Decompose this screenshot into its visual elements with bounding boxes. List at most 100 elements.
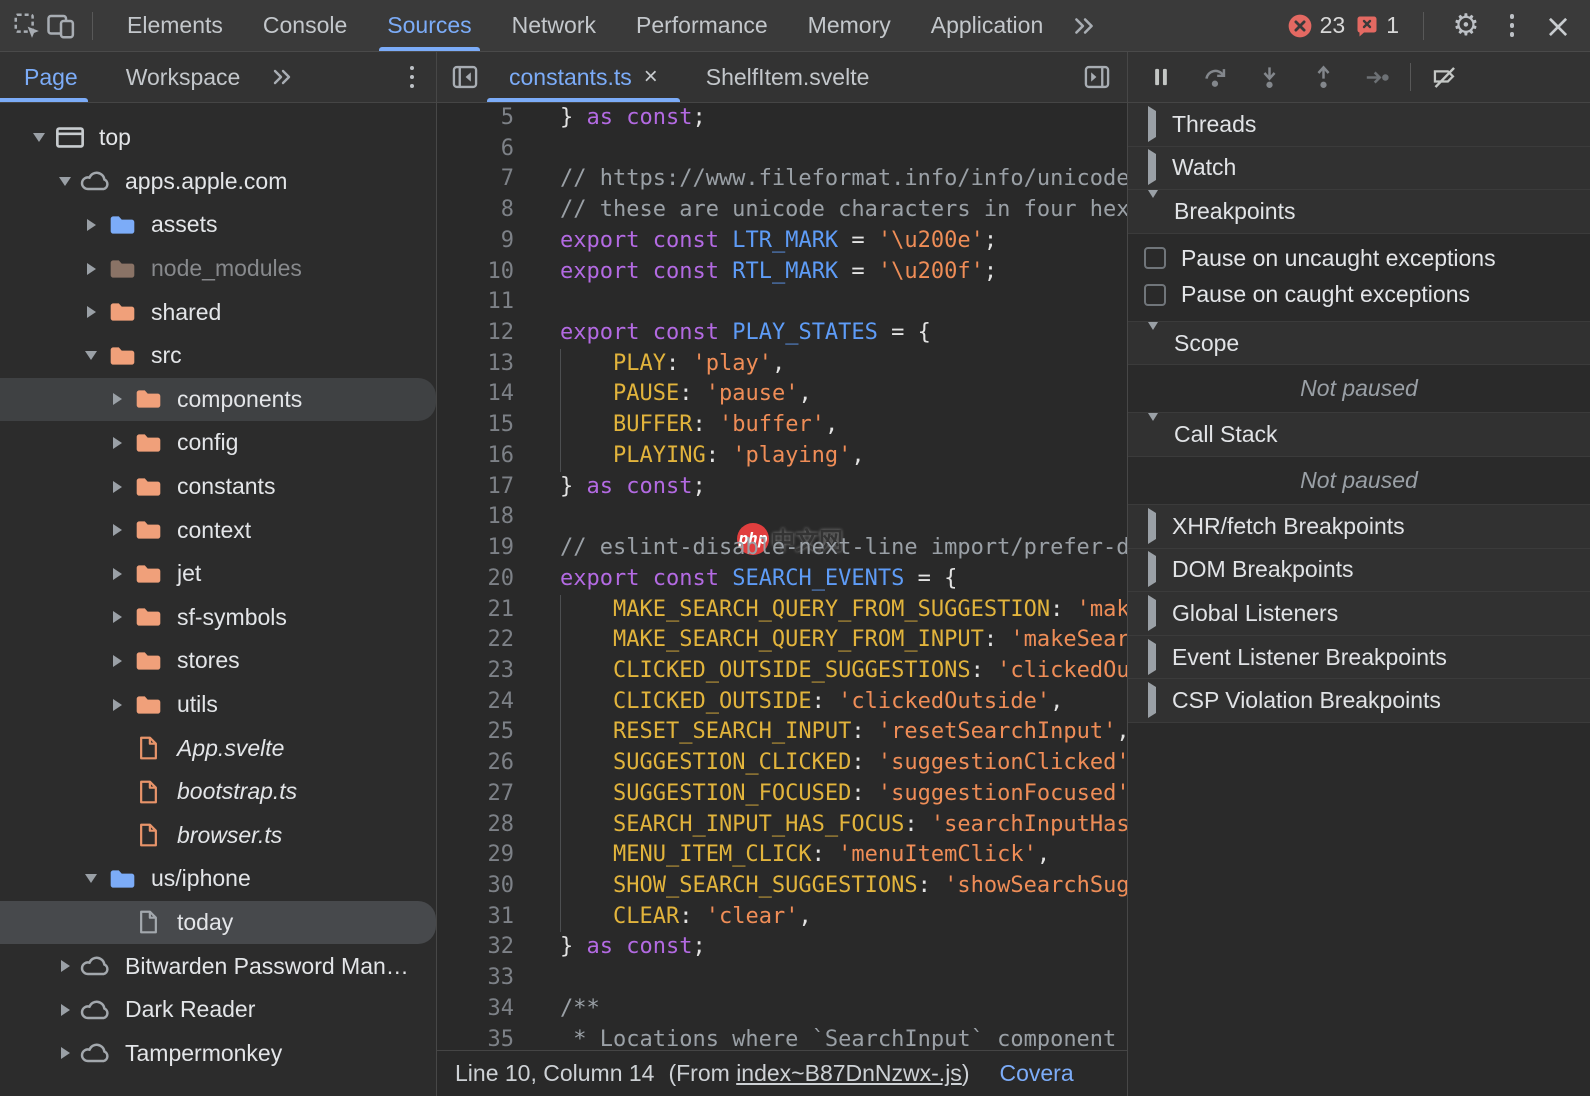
- code-line-text[interactable]: [530, 502, 560, 533]
- chevron-right-icon[interactable]: [102, 699, 132, 711]
- more-panels-icon[interactable]: [1063, 0, 1105, 51]
- chevron-right-icon[interactable]: [102, 393, 132, 405]
- code-line-text[interactable]: [530, 134, 560, 165]
- tree-item-tampermonkey[interactable]: Tampermonkey: [0, 1031, 436, 1075]
- code-line-text[interactable]: // eslint-disable-next-line import/prefe…: [530, 533, 1127, 564]
- chevron-right-icon[interactable]: [50, 960, 80, 972]
- tree-item-config[interactable]: config: [0, 421, 436, 465]
- tree-item-context[interactable]: context: [0, 508, 436, 552]
- tree-item-bootstrap-ts[interactable]: bootstrap.ts: [0, 770, 436, 814]
- code-line-text[interactable]: } as const;: [530, 932, 706, 963]
- line-number[interactable]: 17: [437, 472, 530, 503]
- code-line-text[interactable]: SHOW_SEARCH_SUGGESTIONS: 'showSearchSug: [530, 871, 1127, 902]
- code-line-text[interactable]: CLICKED_OUTSIDE_SUGGESTIONS: 'clickedOu: [530, 656, 1127, 687]
- code-line-text[interactable]: MAKE_SEARCH_QUERY_FROM_SUGGESTION: 'make: [530, 595, 1127, 626]
- code-line-text[interactable]: SEARCH_INPUT_HAS_FOCUS: 'searchInputHas: [530, 810, 1127, 841]
- tree-item-today[interactable]: today: [0, 901, 436, 945]
- code-line-text[interactable]: // https://www.fileformat.info/info/unic…: [530, 164, 1127, 195]
- line-number[interactable]: 12: [437, 318, 530, 349]
- line-number[interactable]: 29: [437, 840, 530, 871]
- editor-tab-constants-ts[interactable]: constants.ts×: [485, 52, 682, 102]
- tree-item-components[interactable]: components: [0, 378, 436, 422]
- line-number[interactable]: 34: [437, 994, 530, 1025]
- line-number[interactable]: 30: [437, 871, 530, 902]
- tree-item-utils[interactable]: utils: [0, 683, 436, 727]
- debugger-section-csp-violation-breakpoints[interactable]: CSP Violation Breakpoints: [1128, 679, 1590, 723]
- tree-item-app-svelte[interactable]: App.svelte: [0, 726, 436, 770]
- line-number[interactable]: 28: [437, 810, 530, 841]
- tree-item-node-modules[interactable]: node_modules: [0, 247, 436, 291]
- code-line-text[interactable]: RESET_SEARCH_INPUT: 'resetSearchInput',: [530, 717, 1127, 748]
- source-map-file-link[interactable]: index~B87DnNzwx-.js: [736, 1060, 962, 1086]
- line-number[interactable]: 5: [437, 103, 530, 134]
- step-into-icon[interactable]: [1242, 57, 1296, 97]
- navigator-menu-icon[interactable]: [410, 66, 415, 89]
- line-number[interactable]: 32: [437, 932, 530, 963]
- code-line-text[interactable]: export const SEARCH_EVENTS = {: [530, 564, 957, 595]
- line-number[interactable]: 15: [437, 410, 530, 441]
- tree-item-us-iphone[interactable]: us/iphone: [0, 857, 436, 901]
- debugger-section-watch[interactable]: Watch: [1128, 147, 1590, 191]
- debugger-section-call-stack[interactable]: Call Stack: [1128, 413, 1590, 457]
- code-line-text[interactable]: /**: [530, 994, 600, 1025]
- line-number[interactable]: 13: [437, 349, 530, 380]
- debugger-section-event-listener-breakpoints[interactable]: Event Listener Breakpoints: [1128, 636, 1590, 680]
- tree-item-dark-reader[interactable]: Dark Reader: [0, 988, 436, 1032]
- tree-item-constants[interactable]: constants: [0, 465, 436, 509]
- code-line-text[interactable]: CLEAR: 'clear',: [530, 902, 812, 933]
- more-navigator-tabs-icon[interactable]: [264, 52, 300, 102]
- checkbox-unchecked[interactable]: [1144, 284, 1166, 306]
- code-line-text[interactable]: export const RTL_MARK = '\u200f';: [530, 257, 997, 288]
- chevron-right-icon[interactable]: [102, 568, 132, 580]
- code-line-text[interactable]: } as const;: [530, 103, 706, 134]
- line-number[interactable]: 24: [437, 687, 530, 718]
- code-line-text[interactable]: [530, 963, 560, 994]
- tree-item-assets[interactable]: assets: [0, 203, 436, 247]
- line-number[interactable]: 35: [437, 1025, 530, 1050]
- tree-item-jet[interactable]: jet: [0, 552, 436, 596]
- coverage-link[interactable]: Covera: [999, 1060, 1073, 1087]
- line-number[interactable]: 9: [437, 226, 530, 257]
- open-debugger-sidebar-icon[interactable]: [1077, 63, 1117, 91]
- settings-gear-icon[interactable]: ⚙: [1448, 8, 1484, 44]
- panel-tab-elements[interactable]: Elements: [107, 0, 243, 51]
- debugger-section-scope[interactable]: Scope: [1128, 322, 1590, 366]
- issues-badge[interactable]: 1: [1355, 12, 1399, 39]
- tree-item-stores[interactable]: stores: [0, 639, 436, 683]
- breakpoint-option-pause-on-uncaught-exceptions[interactable]: Pause on uncaught exceptions: [1128, 240, 1590, 277]
- breakpoint-option-pause-on-caught-exceptions[interactable]: Pause on caught exceptions: [1128, 276, 1590, 313]
- checkbox-unchecked[interactable]: [1144, 247, 1166, 269]
- code-line-text[interactable]: MAKE_SEARCH_QUERY_FROM_INPUT: 'makeSear: [530, 625, 1127, 656]
- tree-item-sf-symbols[interactable]: sf-symbols: [0, 596, 436, 640]
- line-number[interactable]: 18: [437, 502, 530, 533]
- chevron-down-icon[interactable]: [76, 351, 106, 360]
- line-number[interactable]: 33: [437, 963, 530, 994]
- line-number[interactable]: 11: [437, 287, 530, 318]
- line-number[interactable]: 21: [437, 595, 530, 626]
- navigator-tab-workspace[interactable]: Workspace: [102, 52, 265, 102]
- code-line-text[interactable]: CLICKED_OUTSIDE: 'clickedOutside',: [530, 687, 1063, 718]
- code-line-text[interactable]: export const PLAY_STATES = {: [530, 318, 931, 349]
- close-devtools-icon[interactable]: ×: [1540, 8, 1576, 44]
- panel-tab-network[interactable]: Network: [492, 0, 616, 51]
- tree-item-browser-ts[interactable]: browser.ts: [0, 814, 436, 858]
- chevron-right-icon[interactable]: [102, 481, 132, 493]
- device-toolbar-icon[interactable]: [44, 9, 78, 43]
- chevron-right-icon[interactable]: [102, 524, 132, 536]
- chevron-right-icon[interactable]: [76, 306, 106, 318]
- chevron-right-icon[interactable]: [102, 437, 132, 449]
- customize-menu-icon[interactable]: [1494, 8, 1530, 44]
- line-number[interactable]: 22: [437, 625, 530, 656]
- debugger-section-breakpoints[interactable]: Breakpoints: [1128, 190, 1590, 234]
- pause-script-icon[interactable]: [1134, 57, 1188, 97]
- code-editor[interactable]: php 中文网 5} as const;67// https://www.fil…: [437, 103, 1127, 1050]
- debugger-section-dom-breakpoints[interactable]: DOM Breakpoints: [1128, 549, 1590, 593]
- line-number[interactable]: 25: [437, 717, 530, 748]
- tree-item-top[interactable]: top: [0, 116, 436, 160]
- panel-tab-console[interactable]: Console: [243, 0, 367, 51]
- chevron-right-icon[interactable]: [76, 263, 106, 275]
- chevron-right-icon[interactable]: [50, 1047, 80, 1059]
- line-number[interactable]: 10: [437, 257, 530, 288]
- code-line-text[interactable]: * Locations where `SearchInput` componen…: [530, 1025, 1116, 1050]
- tree-item-src[interactable]: src: [0, 334, 436, 378]
